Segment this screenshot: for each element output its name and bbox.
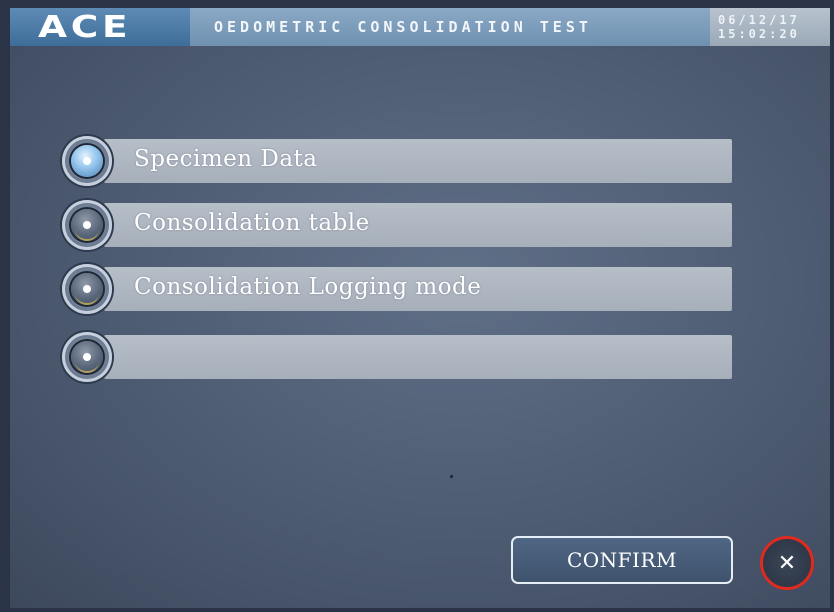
title-panel: OEDOMETRIC CONSOLIDATION TEST <box>190 8 710 46</box>
menu-item-consolidation-logging-mode[interactable]: Consolidation Logging mode <box>62 264 732 314</box>
close-icon: ✕ <box>777 550 797 576</box>
oedometer-screen: ACE OEDOMETRIC CONSOLIDATION TEST 06/12/… <box>10 8 830 608</box>
menu-item-consolidation-table[interactable]: Consolidation table <box>62 200 732 250</box>
radio-button[interactable] <box>62 332 112 382</box>
radio-knob-icon <box>71 145 103 177</box>
logo-panel: ACE <box>10 8 190 46</box>
menu-bar[interactable] <box>104 335 732 379</box>
radio-dot-icon <box>83 285 91 293</box>
radio-highlight-icon <box>75 361 99 373</box>
menu-item-specimen-data[interactable]: Specimen Data <box>62 136 732 186</box>
radio-button[interactable] <box>62 264 112 314</box>
radio-knob-icon <box>71 209 103 241</box>
radio-highlight-icon <box>75 229 99 241</box>
clock-panel: 06/12/17 15:02:20 <box>710 8 830 46</box>
ace-logo: ACE <box>38 9 132 45</box>
radio-button[interactable] <box>62 200 112 250</box>
time-readout: 15:02:20 <box>718 27 800 41</box>
menu-item-label: Consolidation table <box>134 210 370 236</box>
header-bar: ACE OEDOMETRIC CONSOLIDATION TEST 06/12/… <box>10 8 830 46</box>
radio-button-selected[interactable] <box>62 136 112 186</box>
menu-item-label: Specimen Data <box>134 146 318 172</box>
radio-dot-icon <box>83 221 91 229</box>
menu-item-empty[interactable] <box>62 332 732 382</box>
radio-highlight-icon <box>75 293 99 305</box>
page-title: OEDOMETRIC CONSOLIDATION TEST <box>214 18 592 36</box>
radio-dot-icon <box>83 353 91 361</box>
date-readout: 06/12/17 <box>718 13 800 27</box>
radio-knob-icon <box>71 273 103 305</box>
confirm-button[interactable]: CONFIRM <box>511 536 733 584</box>
screen-speck <box>450 475 453 478</box>
radio-knob-icon <box>71 341 103 373</box>
close-button[interactable]: ✕ <box>760 536 814 590</box>
radio-dot-icon <box>83 157 91 165</box>
menu-item-label: Consolidation Logging mode <box>134 274 482 300</box>
